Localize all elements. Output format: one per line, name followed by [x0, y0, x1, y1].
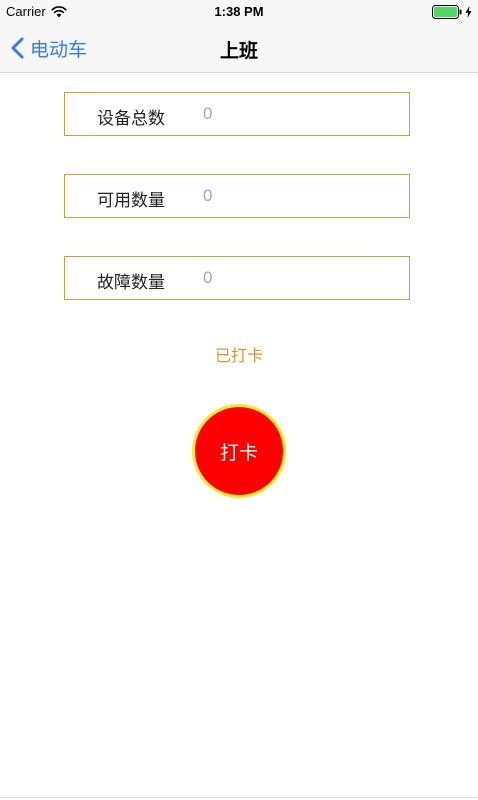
- available-count-input[interactable]: [203, 181, 393, 211]
- total-devices-label: 设备总数: [97, 109, 165, 129]
- battery-indicator: [432, 5, 472, 19]
- charging-bolt-icon: [465, 6, 472, 18]
- navigation-bar: 电动车 上班: [0, 24, 478, 73]
- punch-in-button-label: 打卡: [219, 441, 258, 464]
- available-count-field: 可用数量: [64, 174, 410, 218]
- available-count-label: 可用数量: [97, 191, 165, 211]
- status-bar: Carrier 1:38 PM: [0, 0, 478, 24]
- punch-status-text: 已打卡: [214, 346, 263, 365]
- page-title: 上班: [219, 40, 258, 62]
- battery-icon: [432, 5, 462, 19]
- bottom-divider: [0, 797, 478, 798]
- app-screen: Carrier 1:38 PM 电动车 上班 设备总数 0 可用数量 0 故障数…: [0, 0, 478, 800]
- punch-in-button[interactable]: 打卡: [192, 404, 286, 498]
- status-time: 1:38 PM: [214, 4, 264, 19]
- fault-count-input[interactable]: [203, 263, 393, 293]
- fault-count-label: 故障数量: [97, 273, 165, 293]
- total-devices-input[interactable]: [203, 99, 393, 129]
- fault-count-field: 故障数量: [64, 256, 410, 300]
- total-devices-field: 设备总数: [64, 92, 410, 136]
